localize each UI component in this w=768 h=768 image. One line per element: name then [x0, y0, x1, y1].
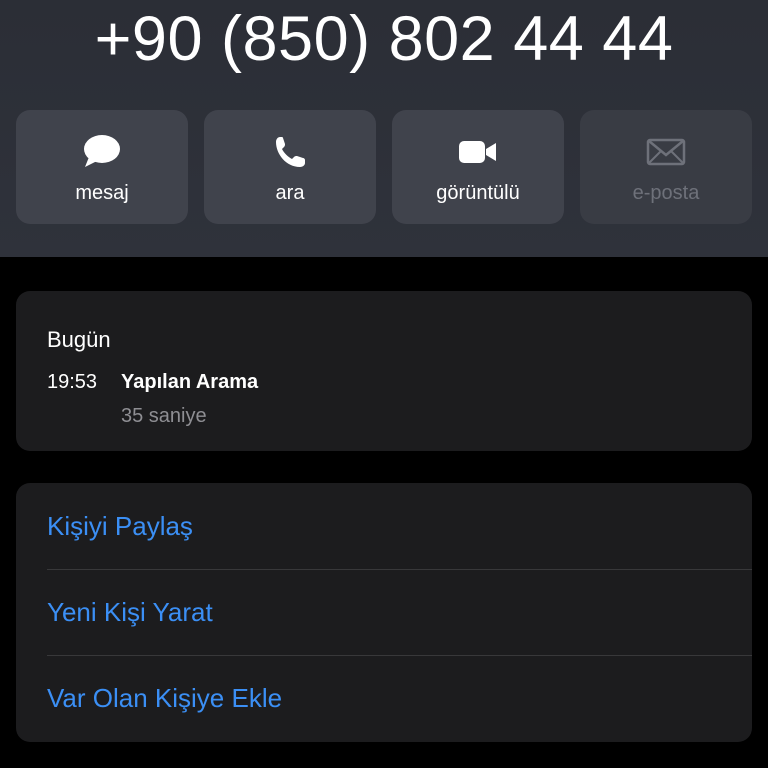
contact-actions-menu: Kişiyi Paylaş Yeni Kişi Yarat Var Olan K… — [16, 483, 752, 742]
share-contact-label: Kişiyi Paylaş — [47, 511, 193, 541]
video-call-button[interactable]: görüntülü — [392, 110, 564, 224]
email-button[interactable]: e-posta — [580, 110, 752, 224]
call-type: Yapılan Arama — [121, 371, 259, 393]
call-time: 19:53 — [47, 371, 98, 393]
create-new-contact-label: Yeni Kişi Yarat — [47, 597, 213, 627]
contact-header: +90 (850) 802 44 44 mesaj ara görüntülü … — [0, 0, 768, 257]
phone-icon — [276, 137, 305, 167]
message-bubble-icon — [84, 135, 120, 167]
call-button[interactable]: ara — [204, 110, 376, 224]
add-to-existing-contact-label: Var Olan Kişiye Ekle — [47, 683, 283, 713]
add-to-existing-contact-item[interactable]: Var Olan Kişiye Ekle — [16, 655, 752, 741]
video-camera-icon — [459, 141, 496, 163]
create-new-contact-item[interactable]: Yeni Kişi Yarat — [16, 569, 752, 655]
call-duration: 35 saniye — [121, 405, 207, 427]
message-button-label: mesaj — [75, 182, 129, 204]
email-button-label: e-posta — [632, 182, 700, 204]
recent-calls-day: Bugün — [47, 327, 111, 352]
phone-number: +90 (850) 802 44 44 — [94, 4, 674, 74]
message-button[interactable]: mesaj — [16, 110, 188, 224]
envelope-icon — [646, 138, 686, 166]
call-button-label: ara — [275, 182, 305, 204]
share-contact-item[interactable]: Kişiyi Paylaş — [16, 483, 752, 569]
recent-calls-card: Bugün 19:53 Yapılan Arama 35 saniye — [16, 291, 752, 451]
video-call-button-label: görüntülü — [436, 182, 520, 204]
action-buttons-row: mesaj ara görüntülü e-posta — [16, 110, 752, 224]
contact-detail-screen: +90 (850) 802 44 44 mesaj ara görüntülü … — [0, 0, 768, 768]
